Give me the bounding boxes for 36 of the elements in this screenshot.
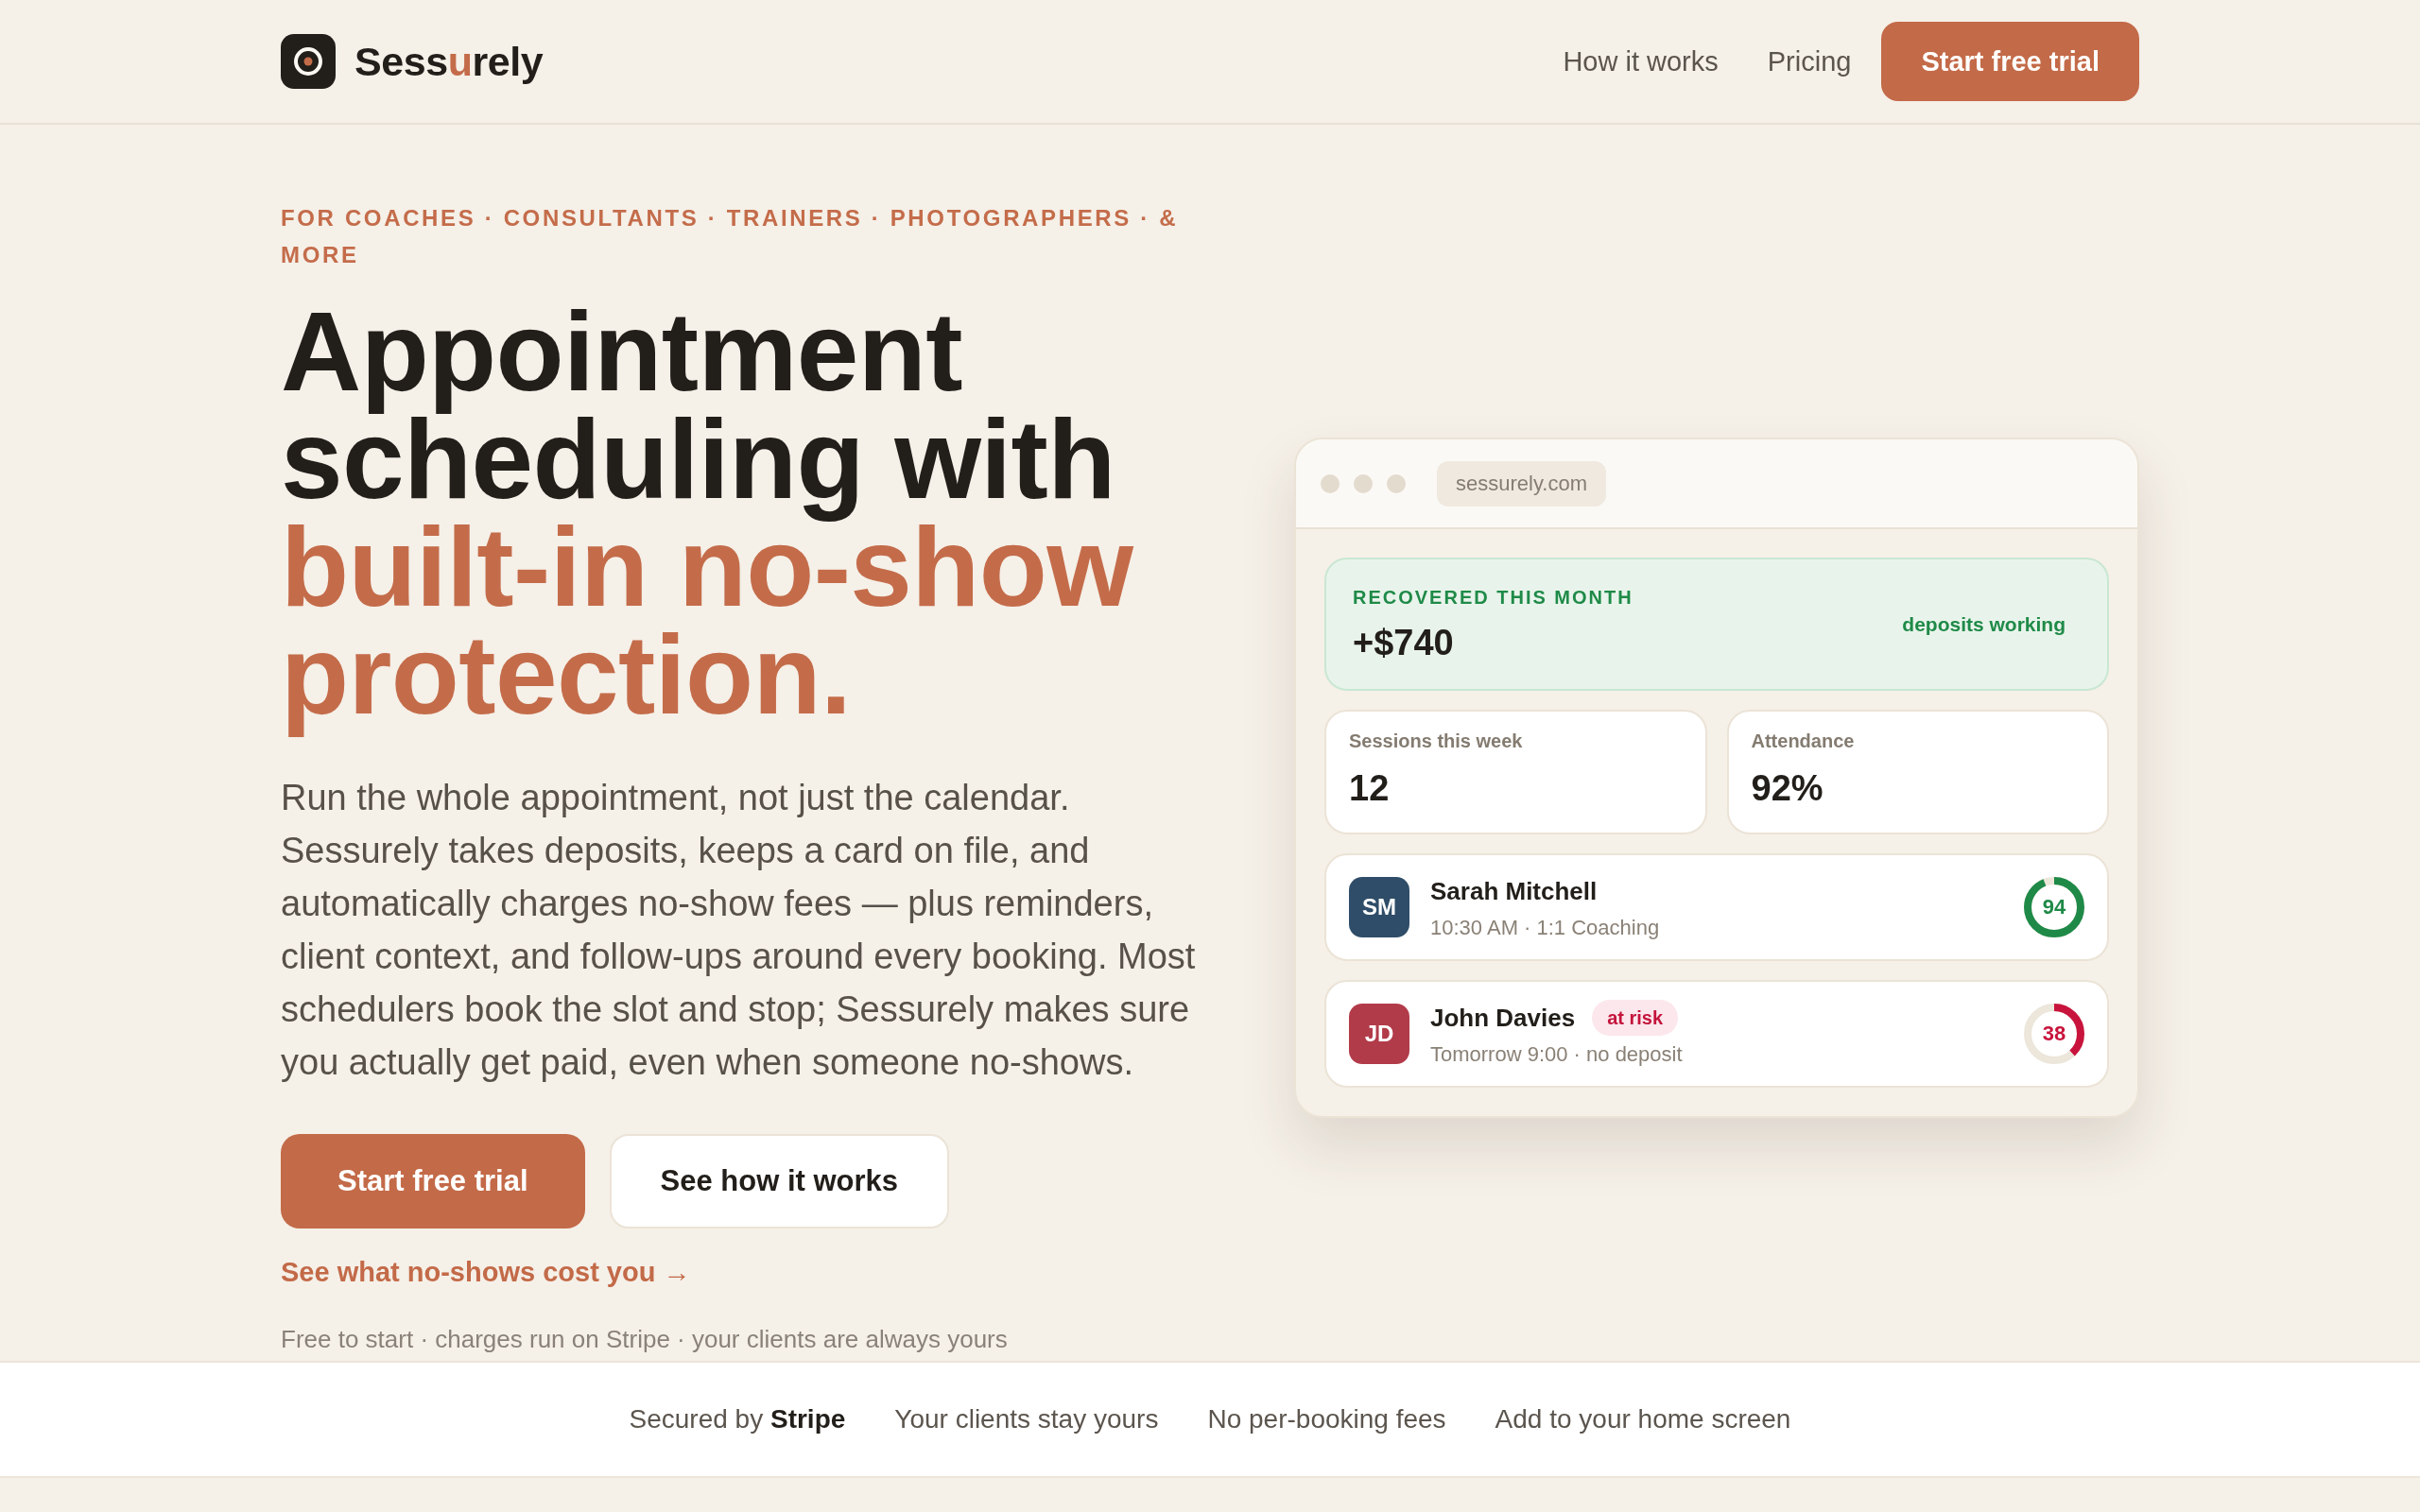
window-controls-icon <box>1321 473 1406 493</box>
logo-icon <box>281 34 336 89</box>
recovered-amount: +$740 <box>1353 621 1454 663</box>
avatar: JD <box>1349 1004 1409 1064</box>
no-show-cost-link[interactable]: See what no-shows cost you → <box>281 1253 691 1291</box>
score-value: 38 <box>2042 1022 2066 1046</box>
nav-link[interactable]: How it works <box>1563 45 1719 77</box>
nav-link[interactable]: Pricing <box>1767 45 1852 77</box>
stat-label: Attendance <box>1751 730 1855 752</box>
trust-item: Add to your home screen <box>1495 1404 1791 1435</box>
start-trial-button[interactable]: Start free trial <box>1881 22 2139 101</box>
stat-label: Sessions this week <box>1349 730 1523 752</box>
client-detail: 10:30 AM · 1:1 Coaching <box>1430 915 1660 941</box>
hero-heading: Appointment scheduling with built-in no-show protection. <box>281 292 1134 739</box>
avatar: SM <box>1349 877 1409 937</box>
how-it-works-button[interactable]: See how it works <box>609 1134 950 1228</box>
stat-value: 92% <box>1751 767 1824 809</box>
stat-value: 12 <box>1349 767 1390 809</box>
hero-footnote: Free to start · charges run on Stripe · your clients are always yours <box>281 1324 1008 1355</box>
score-ring <box>2024 877 2084 937</box>
score-value: 94 <box>2042 895 2066 919</box>
eyebrow-text: FOR COACHES · CONSULTANTS · TRAINERS · PHOTOGRAPHERS · & MORE <box>281 204 1180 269</box>
recovered-status: deposits working <box>1902 612 2066 636</box>
address-bar: sessurely.com <box>1437 460 1606 507</box>
trust-item: Your clients stay yours <box>894 1404 1159 1435</box>
trust-item: Secured by Stripe <box>629 1404 846 1435</box>
client-detail: Tomorrow 9:00 · no deposit <box>1430 1041 1683 1068</box>
risk-badge: at risk <box>1592 1000 1679 1036</box>
client-name: John Davies <box>1430 1003 1576 1033</box>
client-name: Sarah Mitchell <box>1430 876 1598 906</box>
hero-description: Run the whole appointment, not just the calendar. Sessurely takes deposits, keeps a card on file, and automatically charges no-show fees — plus reminders, client context, and follow-ups around every booking. Most schedulers book the slot and stop; Sessurely makes sure you actually get paid, even when someone no-shows. <box>281 777 1197 1084</box>
score-ring <box>2024 1004 2084 1064</box>
brand-name: Sessurely <box>354 38 544 85</box>
trust-item: No per-booking fees <box>1207 1404 1446 1435</box>
recovered-label: RECOVERED THIS MONTH <box>1353 585 1634 609</box>
start-trial-button[interactable]: Start free trial <box>281 1134 585 1228</box>
